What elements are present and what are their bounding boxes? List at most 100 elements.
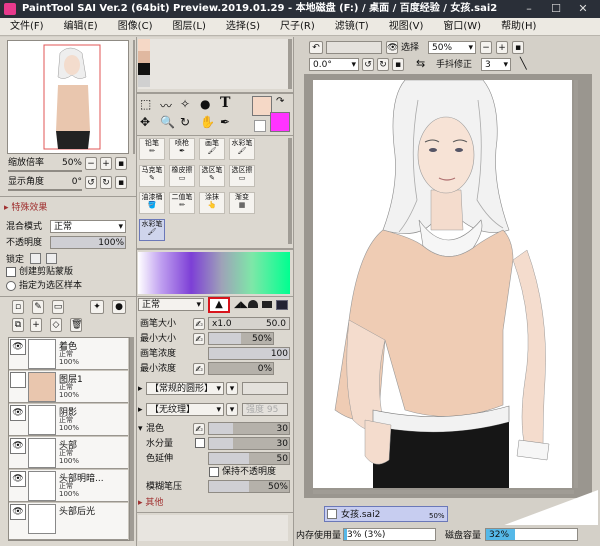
swatch-scrollbar[interactable] — [288, 39, 292, 89]
text-tool-icon[interactable]: T — [220, 95, 230, 111]
tool-pencil[interactable]: 铅笔 ✏ — [139, 138, 165, 160]
zoom-icon[interactable]: 🔍 — [160, 115, 175, 129]
menu-select[interactable]: 选择(S) — [216, 18, 270, 36]
eye-icon[interactable]: 👁 — [10, 438, 26, 454]
swatch[interactable] — [138, 63, 150, 75]
brush-size-slider[interactable]: x1.0 50.0 — [208, 317, 290, 330]
layer-row[interactable]: 图层1 正常 100% — [9, 371, 128, 403]
clip-mask-checkbox[interactable] — [6, 267, 16, 277]
menu-ruler[interactable]: 尺子(R) — [270, 18, 325, 36]
history-slider[interactable] — [326, 41, 382, 54]
transparent-color[interactable] — [254, 120, 266, 132]
angle-slider[interactable] — [8, 189, 82, 191]
eye-hidden-icon[interactable] — [10, 372, 26, 388]
tool-selection-eraser[interactable]: 选区擦 ▭ — [229, 165, 255, 187]
copy-layer-icon[interactable]: ⧉ — [12, 318, 24, 332]
straight-line-icon[interactable]: ╲ — [520, 57, 527, 70]
tool-smudge[interactable]: 涂抹 👆 — [199, 192, 225, 214]
tool-marker[interactable]: 马克笔 ✎ — [139, 165, 165, 187]
rotate-icon[interactable]: ↻ — [180, 115, 190, 129]
keep-opacity-checkbox[interactable] — [209, 467, 219, 477]
tool-watercolor[interactable]: 水彩笔 🖌 — [229, 138, 255, 160]
zoom-out-button[interactable]: − — [85, 157, 97, 170]
stabilizer-select[interactable]: 3 ▾ — [481, 58, 511, 71]
clear-layer-icon[interactable]: ◇ — [50, 318, 62, 332]
layer-row[interactable]: 👁 头部后光 — [9, 503, 128, 540]
zoom-in-button[interactable]: + — [496, 41, 508, 54]
zoom-in-button[interactable]: + — [100, 157, 112, 170]
delete-layer-icon[interactable]: 🗑 — [70, 318, 82, 332]
maximize-icon[interactable]: ☐ — [543, 0, 569, 18]
tool-watercolor-selected[interactable]: 水彩笔 🖌 — [139, 219, 165, 241]
brush-texture-select[interactable]: 【无纹理】 ▾ — [146, 403, 224, 416]
pressure-icon[interactable]: ✍ — [193, 363, 205, 375]
water-checkbox[interactable] — [195, 438, 205, 448]
selection-toggle-icon[interactable]: 👁 — [386, 41, 398, 54]
tool-bucket[interactable]: 油漆桶 🪣 — [139, 192, 165, 214]
brush-tip-texture-icon[interactable] — [276, 300, 288, 310]
shape-icon[interactable]: ● — [200, 97, 210, 111]
brush-tip-round-icon[interactable]: ◢◣ — [234, 300, 248, 310]
flip-icon[interactable]: ⇆ — [416, 57, 425, 70]
brush-tip-sharp-icon[interactable]: ▲ — [208, 297, 230, 313]
swap-colors-icon[interactable]: ↷ — [276, 96, 284, 107]
texture-expand-icon[interactable]: ▸ — [138, 404, 143, 416]
angle-reset-button[interactable]: ▪ — [115, 176, 127, 189]
menu-file[interactable]: 文件(F) — [0, 18, 54, 36]
rotate-left-button[interactable]: ↺ — [85, 176, 97, 189]
undo-icon[interactable]: ↶ — [309, 41, 323, 54]
angle-reset-button[interactable]: ▪ — [392, 58, 404, 71]
layer-row[interactable]: 👁 着色 正常 100% — [9, 338, 128, 370]
swatch[interactable] — [138, 51, 150, 63]
new-layer-icon[interactable]: ▫ — [12, 300, 24, 314]
layer-scrollbar[interactable] — [130, 337, 134, 541]
pressure-icon[interactable]: ✍ — [193, 333, 205, 345]
navigator-preview[interactable] — [7, 40, 129, 154]
layer-mask-icon[interactable]: ● — [112, 300, 126, 314]
menu-edit[interactable]: 编辑(E) — [54, 18, 108, 36]
shape-expand-icon[interactable]: ▸ — [138, 383, 143, 395]
eye-icon[interactable]: 👁 — [10, 339, 26, 355]
foreground-color[interactable] — [252, 96, 272, 116]
tool-brush[interactable]: 画笔 🖌 — [199, 138, 225, 160]
lasso-icon[interactable]: 〰 — [160, 97, 172, 114]
rotate-right-button[interactable]: ↻ — [377, 58, 389, 71]
swatch[interactable] — [138, 39, 150, 51]
selection-sample-checkbox[interactable] — [6, 281, 16, 291]
brush-shape-select[interactable]: 【常规的圆形】 ▾ — [146, 382, 224, 395]
tool-selection-pen[interactable]: 选区笔 ✎ — [199, 165, 225, 187]
brush-mode-select[interactable]: 正常 ▾ — [138, 298, 204, 311]
layer-row[interactable]: 👁 阴影 正常 100% — [9, 404, 128, 436]
add-layer-icon[interactable]: + — [30, 318, 42, 332]
canvas-angle-select[interactable]: 0.0° ▾ — [309, 58, 359, 71]
new-linework-icon[interactable]: ✎ — [32, 300, 44, 314]
texture-strength-slider[interactable]: 强度 95 — [242, 403, 288, 416]
blend-mode-select[interactable]: 正常 ▾ — [50, 220, 126, 233]
chevron-down-icon[interactable]: ▾ — [226, 382, 238, 395]
layer-row[interactable]: 👁 头部 正常 100% — [9, 437, 128, 469]
zoom-out-button[interactable]: − — [480, 41, 492, 54]
color-mixer[interactable] — [138, 252, 290, 294]
menu-layer[interactable]: 图层(L) — [162, 18, 215, 36]
eye-icon[interactable]: 👁 — [10, 405, 26, 421]
artwork-canvas[interactable] — [313, 80, 572, 488]
document-tab[interactable]: 女孩.sai2 50% — [324, 506, 448, 522]
rotate-right-button[interactable]: ↻ — [100, 176, 112, 189]
eye-icon[interactable]: 👁 — [10, 504, 26, 520]
layer-row[interactable]: 👁 头部明暗... 正常 100% — [9, 470, 128, 502]
lock-alpha-checkbox[interactable] — [46, 253, 57, 264]
tool-airbrush[interactable]: 喷枪 ✒ — [169, 138, 195, 160]
lock-checkbox[interactable] — [30, 253, 41, 264]
layer-effect-icon[interactable]: ✦ — [90, 300, 104, 314]
canvas-zoom-select[interactable]: 50% ▾ — [428, 41, 476, 54]
tool-gradient[interactable]: 渐变 ▦ — [229, 192, 255, 214]
pressure-icon[interactable]: ✍ — [193, 318, 205, 330]
background-color[interactable] — [270, 112, 290, 132]
swatch[interactable] — [138, 75, 150, 87]
zoom-slider[interactable] — [8, 170, 82, 172]
menu-window[interactable]: 窗口(W) — [433, 18, 491, 36]
canvas-vscrollbar[interactable] — [574, 80, 578, 488]
pressure-icon[interactable]: ✍ — [193, 423, 205, 435]
magic-wand-icon[interactable]: ✧ — [180, 97, 190, 111]
hand-icon[interactable]: ✋ — [200, 115, 215, 129]
